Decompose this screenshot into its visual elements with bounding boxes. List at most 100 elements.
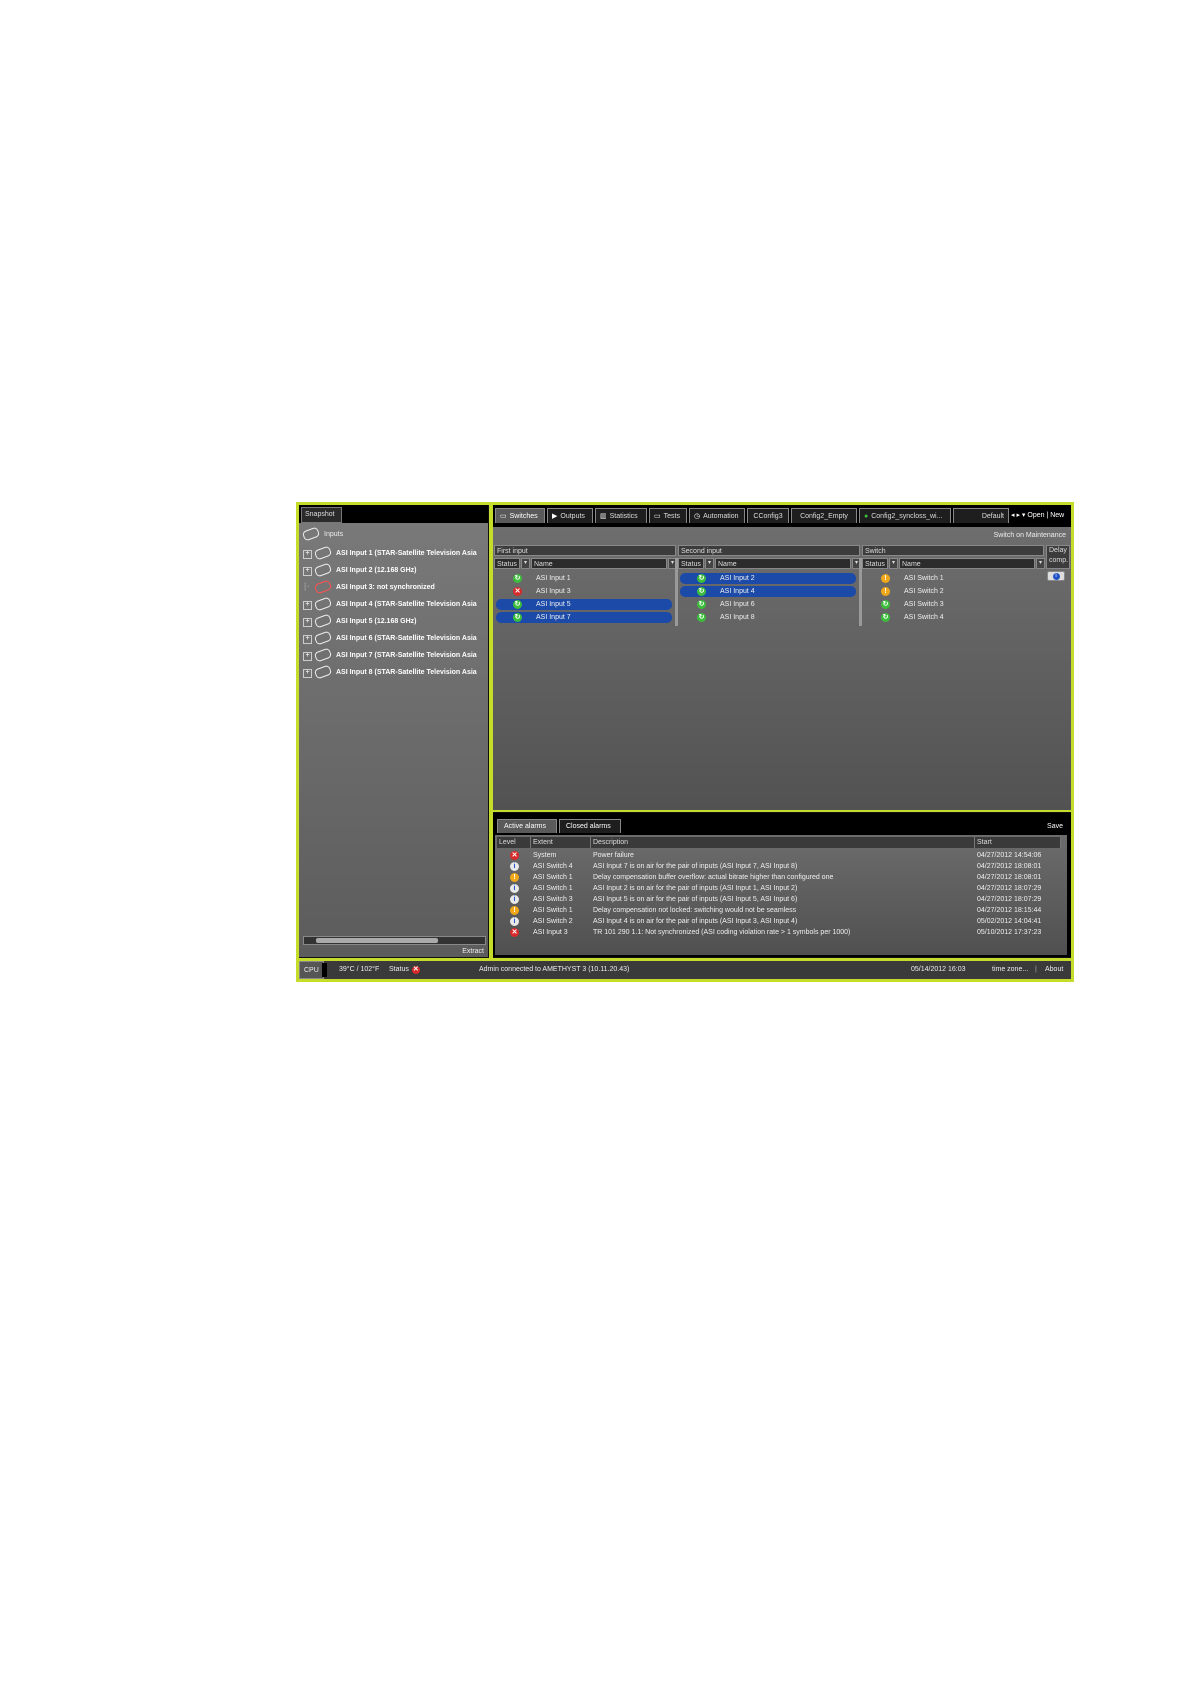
ok-status-icon: ↻ — [697, 587, 706, 596]
alarm-row[interactable]: i ASI Switch 3 ASI Input 5 is on air for t… — [495, 894, 1061, 905]
tab-switches[interactable]: ▭ Switches — [495, 508, 545, 523]
alarm-row[interactable]: i ASI Switch 4 ASI Input 7 is on air for t… — [495, 861, 1061, 872]
tree-item-input[interactable]: + ASI Input 1 (STAR-Satellite Television … — [303, 545, 477, 561]
alarm-row[interactable]: ! ASI Switch 1 Delay compensation buffer o… — [495, 872, 1061, 883]
tab-active-alarms[interactable]: Active alarms — [497, 819, 557, 833]
timezone-link[interactable]: time zone... — [992, 961, 1028, 979]
column-divider[interactable] — [675, 558, 678, 626]
chevron-down-icon[interactable]: ▾ — [1036, 558, 1045, 569]
alarm-row[interactable]: ! ASI Switch 1 Delay compensation not lock… — [495, 905, 1061, 916]
chevron-down-icon[interactable]: ▾ — [889, 558, 898, 569]
table-row[interactable]: ✕ ASI Input 3 — [496, 586, 672, 597]
expand-icon[interactable]: + — [303, 635, 312, 644]
tree-item-label: ASI Input 7 (STAR-Satellite Television A… — [336, 652, 477, 659]
separator: | — [1035, 966, 1037, 973]
tab-config2-syncloss[interactable]: ● Config2_syncloss_wi... — [859, 508, 951, 523]
info-icon: i — [1052, 573, 1060, 580]
chevron-down-icon[interactable]: ▾ — [705, 558, 714, 569]
status-indicator[interactable]: Status ✕ — [389, 961, 420, 979]
table-row[interactable]: ↻ ASI Input 7 — [496, 612, 672, 623]
extent-header[interactable]: Extent — [531, 837, 591, 848]
expand-icon[interactable]: + — [303, 618, 312, 627]
tree-item-input[interactable]: + ASI Input 2 (12.168 GHz) — [303, 562, 417, 578]
alarm-row[interactable]: i ASI Switch 1 ASI Input 2 is on air for t… — [495, 883, 1061, 894]
tree-item-input[interactable]: + ASI Input 6 (STAR-Satellite Television … — [303, 630, 477, 646]
extract-button[interactable]: Extract — [462, 948, 484, 955]
tab-default[interactable]: Default — [953, 508, 1009, 523]
tab-label: Statistics — [609, 513, 638, 520]
table-row[interactable]: ↻ ASI Switch 3 — [864, 599, 1040, 610]
tab-label: Switches — [509, 513, 538, 520]
column-divider[interactable] — [859, 558, 862, 626]
tab-statistics[interactable]: ▥ Statistics — [595, 508, 647, 523]
table-row[interactable]: ↻ ASI Input 5 — [496, 599, 672, 610]
switch-name-header[interactable]: Name — [899, 558, 1035, 569]
tab-navigation[interactable]: ◂ ▸ ▾ Open | New — [1011, 511, 1064, 519]
info-level-icon: i — [510, 884, 519, 893]
alarm-row[interactable]: ✕ ASI Input 3 TR 101 290 1.1: Not synchron… — [495, 927, 1061, 938]
description-header[interactable]: Description — [591, 837, 975, 848]
chevron-down-icon[interactable]: ▾ — [521, 558, 530, 569]
alarm-start: 04/27/2012 18:08:01 — [977, 874, 1042, 881]
table-row[interactable]: ↻ ASI Input 6 — [680, 599, 856, 610]
second-name-header[interactable]: Name — [715, 558, 851, 569]
switch-on-maintenance-button[interactable]: Switch on Maintenance — [994, 532, 1066, 539]
second-status-header[interactable]: Status — [678, 558, 704, 569]
expand-icon[interactable]: + — [303, 669, 312, 678]
table-row[interactable]: ↻ ASI Input 8 — [680, 612, 856, 623]
table-row[interactable]: ↻ ASI Input 2 — [680, 573, 856, 584]
level-header[interactable]: Level — [497, 837, 531, 848]
inputs-icon — [301, 526, 321, 542]
input-connector-icon — [313, 647, 333, 663]
table-row[interactable]: ↻ ASI Input 4 — [680, 586, 856, 597]
tab-config2-empty[interactable]: Config2_Empty — [791, 508, 857, 523]
table-row[interactable]: ↻ ASI Switch 4 — [864, 612, 1040, 623]
group-delay-comp: Delay comp. — [1046, 545, 1070, 569]
tree-item-input[interactable]: + ASI Input 7 (STAR-Satellite Television … — [303, 647, 477, 663]
about-link[interactable]: About — [1045, 961, 1063, 979]
alarm-row[interactable]: ✕ System Power failure 04/27/2012 14:54:06 — [495, 850, 1061, 861]
scrollbar-thumb[interactable] — [316, 938, 438, 943]
tab-automation[interactable]: ◷ Automation — [689, 508, 745, 523]
ok-status-icon: ↻ — [697, 613, 706, 622]
snapshot-tab[interactable]: Snapshot — [301, 507, 342, 523]
tree-item-input[interactable]: + ASI Input 4 (STAR-Satellite Television … — [303, 596, 477, 612]
alarm-row[interactable]: i ASI Switch 2 ASI Input 4 is on air for t… — [495, 916, 1061, 927]
error-status-icon: ✕ — [513, 587, 522, 596]
row-name: ASI Input 4 — [720, 588, 755, 595]
active-dot-icon: ● — [864, 513, 869, 520]
table-row[interactable]: ! ASI Switch 1 — [864, 573, 1040, 584]
temperature-readout: 39°C / 102°F — [339, 966, 380, 973]
tab-tests[interactable]: ▭ Tests — [649, 508, 687, 523]
tree-item-input[interactable]: + ASI Input 8 (STAR-Satellite Television … — [303, 664, 477, 680]
alarm-description: Delay compensation not locked: switching… — [593, 907, 797, 914]
input-error-icon — [313, 579, 333, 595]
first-name-header[interactable]: Name — [531, 558, 667, 569]
tree-item-input[interactable]: ┊· ASI Input 3: not synchronized — [303, 579, 435, 595]
row-name: ASI Input 6 — [720, 601, 755, 608]
expand-icon[interactable]: + — [303, 601, 312, 610]
start-header[interactable]: Start — [975, 837, 1061, 848]
ok-status-icon: ↻ — [513, 600, 522, 609]
first-status-header[interactable]: Status — [494, 558, 520, 569]
alarm-extent: ASI Switch 1 — [533, 885, 573, 892]
table-row[interactable]: ↻ ASI Input 1 — [496, 573, 672, 584]
alarm-description: ASI Input 2 is on air for the pair of in… — [593, 885, 798, 892]
tab-closed-alarms[interactable]: Closed alarms — [559, 819, 621, 833]
tree-item-input[interactable]: + ASI Input 5 (12.168 GHz) — [303, 613, 417, 629]
save-button[interactable]: Save — [1047, 823, 1063, 830]
alarm-description: ASI Input 4 is on air for the pair of in… — [593, 918, 798, 925]
tab-bar: ▭ Switches ▶ Outputs ▥ Statistics ▭ Tests ◷ A… — [493, 505, 1071, 527]
tab-label: Config2_syncloss_wi... — [871, 513, 943, 520]
horizontal-scrollbar[interactable] — [303, 936, 486, 945]
table-row[interactable]: ! ASI Switch 2 — [864, 586, 1040, 597]
expand-icon[interactable]: + — [303, 652, 312, 661]
tab-cconfig3[interactable]: CConfig3 — [747, 508, 789, 523]
switch-status-header[interactable]: Status — [862, 558, 888, 569]
delay-comp-info-button[interactable]: i — [1047, 571, 1065, 581]
expand-icon[interactable]: + — [303, 550, 312, 559]
expand-icon[interactable]: + — [303, 567, 312, 576]
tree-root-inputs[interactable]: Inputs — [301, 526, 343, 542]
alarm-description: ASI Input 5 is on air for the pair of in… — [593, 896, 798, 903]
tab-outputs[interactable]: ▶ Outputs — [547, 508, 593, 523]
